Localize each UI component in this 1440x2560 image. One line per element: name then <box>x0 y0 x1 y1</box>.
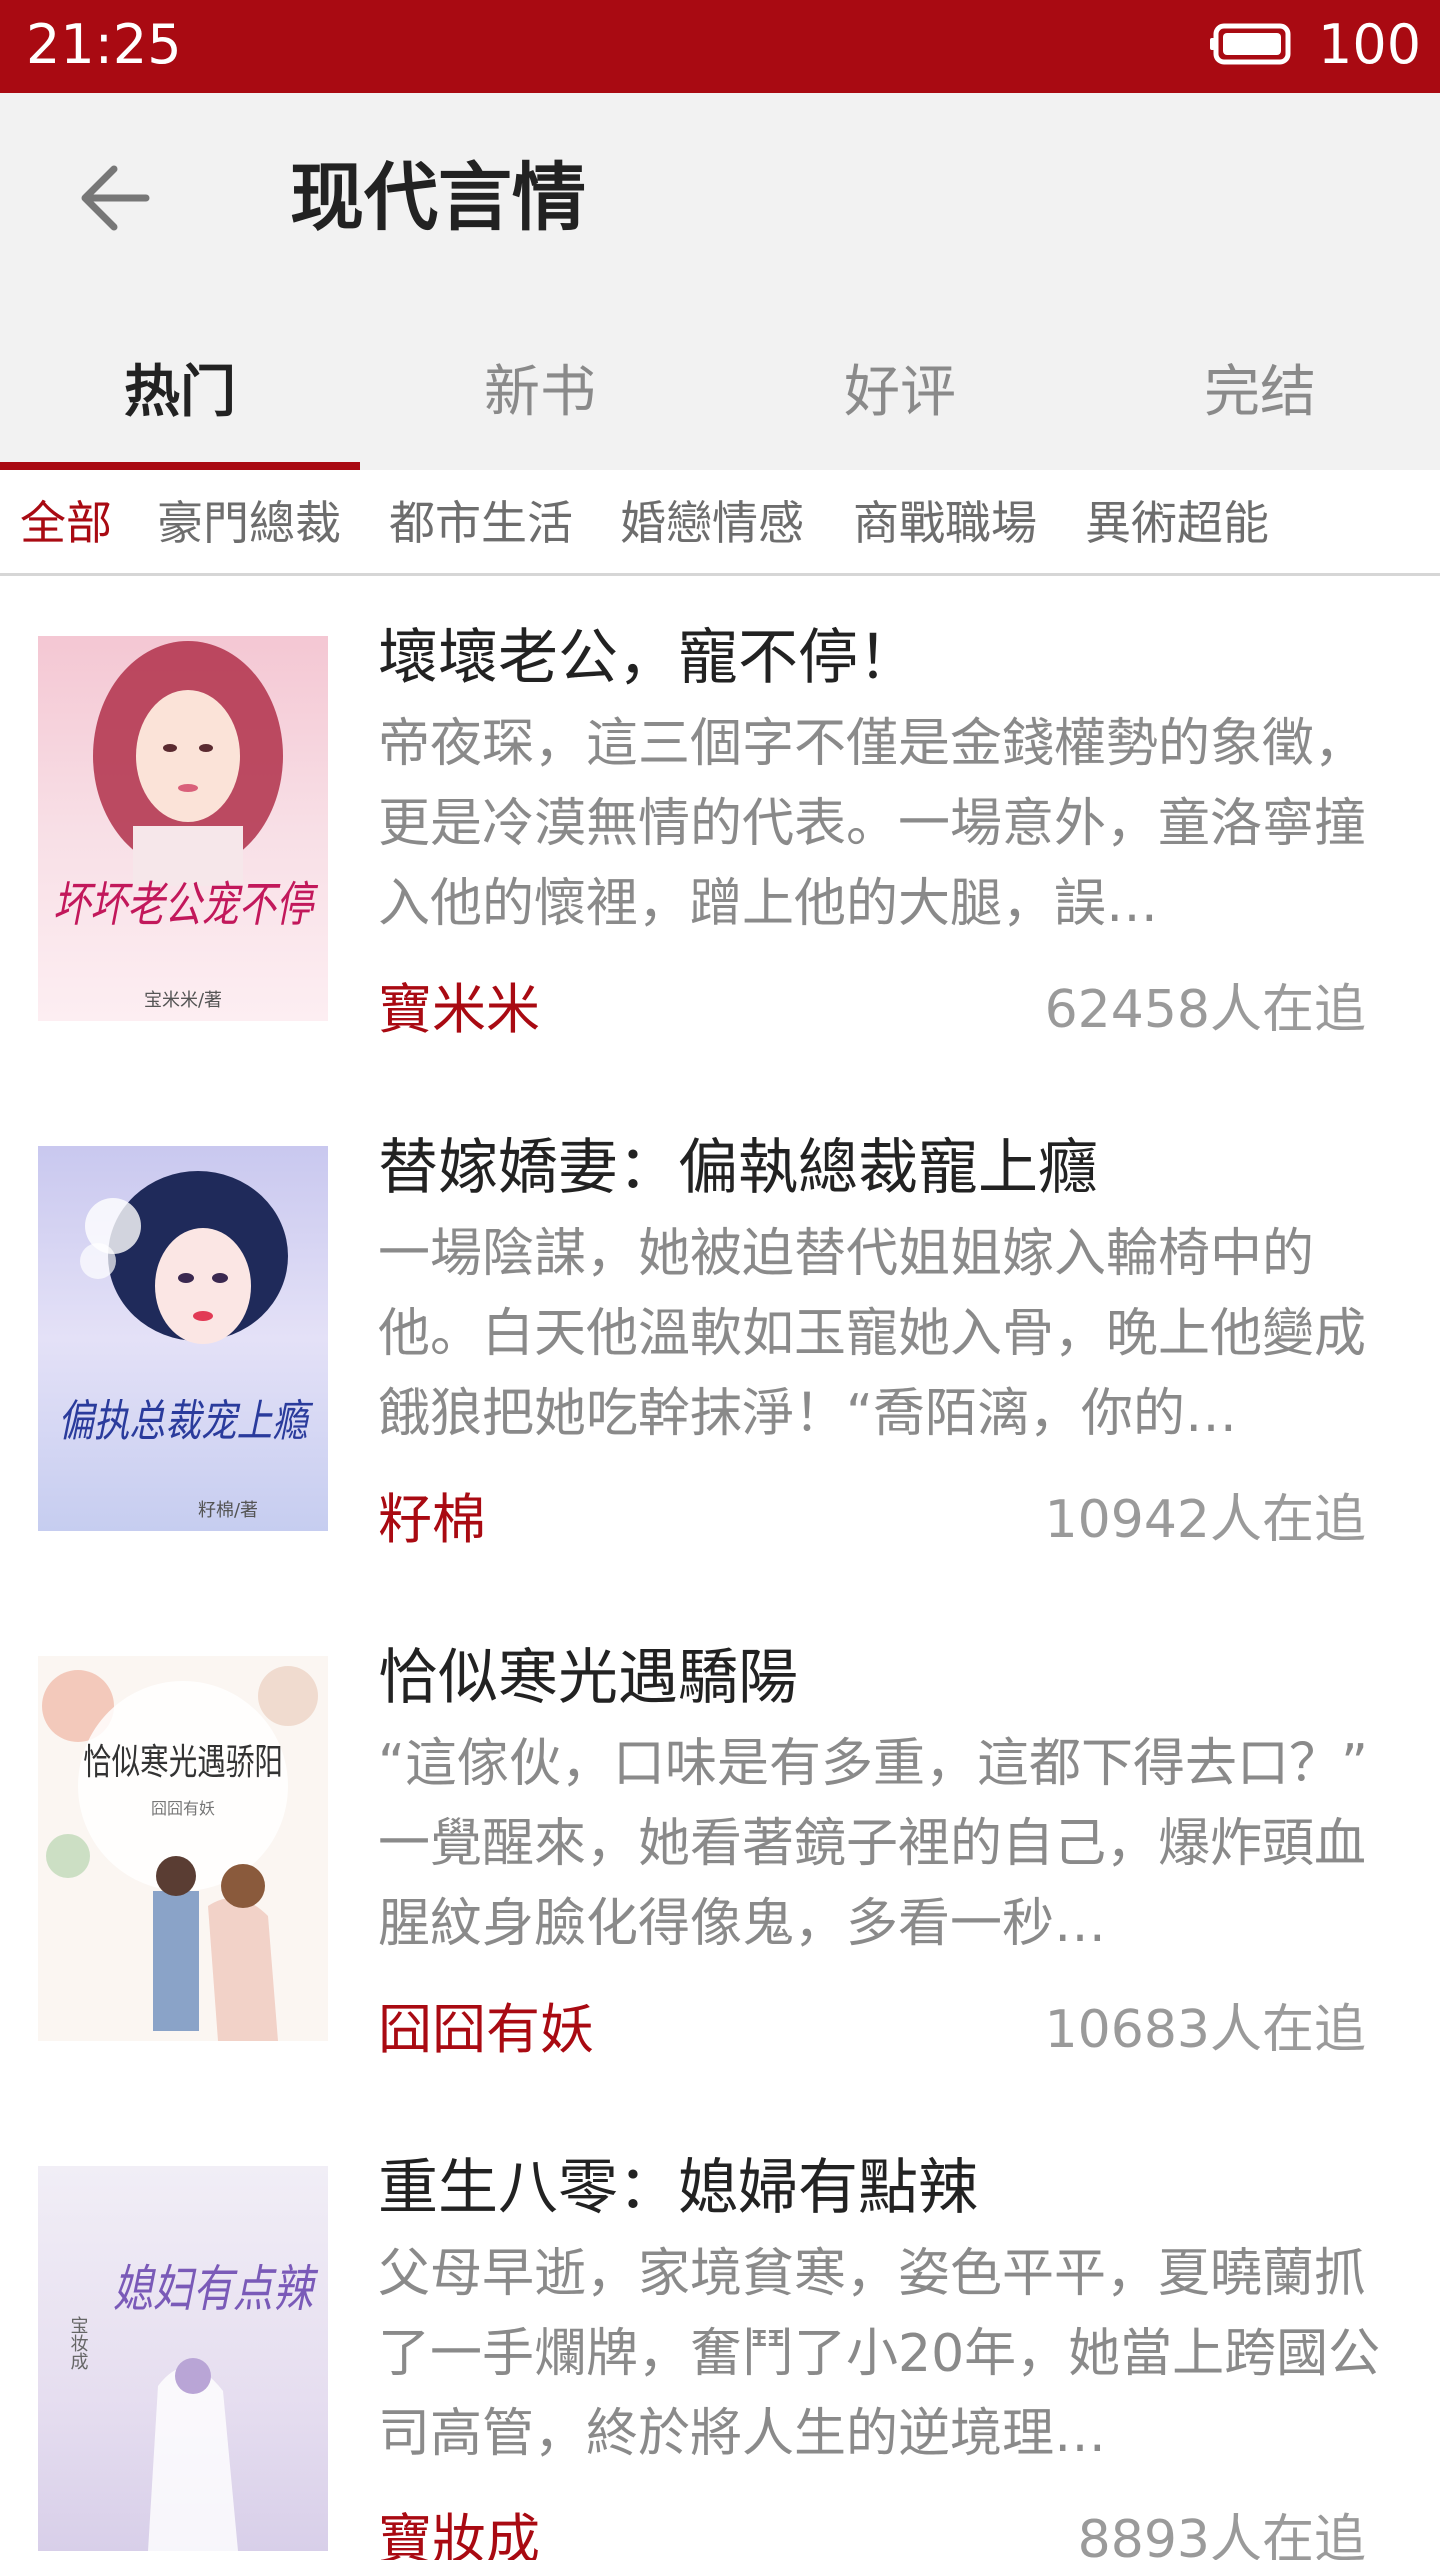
tab-label: 好评 <box>844 360 956 425</box>
battery-level: 100 <box>1318 13 1422 76</box>
arrow-left-icon <box>81 165 150 231</box>
filter-supernatural[interactable]: 異術超能 <box>1085 490 1269 556</box>
status-bar: 21:25 100 <box>0 0 1440 93</box>
book-list: 坏坏老公宠不停 宝米米/著 壞壞老公，寵不停！ 帝夜琛，這三個字不僅是金錢權勢的… <box>0 576 1440 2560</box>
tab-label: 新书 <box>484 360 596 425</box>
book-list-item[interactable]: 恰似寒光遇骄阳 囧囧有妖 恰似寒光遇驕陽 “這傢伙，口味是有多重，這都下得去口？… <box>0 1596 1440 2106</box>
back-button[interactable] <box>60 143 170 253</box>
book-description: “這傢伙，口味是有多重，這都下得去口？” 一覺醒來，她看著鏡子裡的自己，爆炸頭血… <box>378 1734 1368 1954</box>
page-title: 现代言情 <box>290 155 586 241</box>
filter-urban-life[interactable]: 都市生活 <box>389 490 573 556</box>
book-author[interactable]: 籽棉 <box>378 1484 486 1556</box>
book-list-item[interactable]: 坏坏老公宠不停 宝米米/著 壞壞老公，寵不停！ 帝夜琛，這三個字不僅是金錢權勢的… <box>0 576 1440 1086</box>
book-cover: 坏坏老公宠不停 宝米米/著 <box>38 636 328 1021</box>
follower-count: 10683人在追 <box>1044 2000 1366 2060</box>
filter-all[interactable]: 全部 <box>20 490 112 556</box>
status-time: 21:25 <box>26 13 182 76</box>
book-cover: 偏执总裁宠上瘾 籽棉/著 <box>38 1146 328 1531</box>
book-description: 帝夜琛，這三個字不僅是金錢權勢的象徵，更是冷漠無情的代表。一場意外，童洛寧撞入他… <box>378 714 1367 934</box>
tab-label: 完结 <box>1204 360 1316 425</box>
filter-marriage-romance[interactable]: 婚戀情感 <box>620 490 804 556</box>
cover-title: 偏执总裁宠上瘾 <box>58 1396 314 1447</box>
cover-title: 恰似寒光遇骄阳 <box>83 1742 283 1783</box>
book-title: 重生八零：媳婦有點辣 <box>378 2153 978 2223</box>
cover-author: 囧囧有妖 <box>151 1799 215 1818</box>
follower-count: 10942人在追 <box>1044 1490 1366 1550</box>
cover-title: 媳妇有点辣 <box>113 2260 319 2318</box>
book-author[interactable]: 囧囧有妖 <box>378 1994 594 2066</box>
book-title: 壞壞老公，寵不停！ <box>378 623 918 693</box>
tab-new-books[interactable]: 新书 <box>360 320 720 470</box>
category-tabs: 热门 新书 好评 完结 <box>0 320 1440 470</box>
filter-business-workplace[interactable]: 商戰職場 <box>853 490 1037 556</box>
cover-title: 坏坏老公宠不停 <box>53 877 318 933</box>
book-cover: 恰似寒光遇骄阳 囧囧有妖 <box>38 1656 328 2041</box>
follower-count: 8893人在追 <box>1077 2510 1366 2560</box>
book-cover: 媳妇有点辣 宝妆成 <box>38 2166 328 2551</box>
book-title: 恰似寒光遇驕陽 <box>378 1643 798 1713</box>
book-description: 一場陰謀，她被迫替代姐姐嫁入輪椅中的他。白天他溫軟如玉寵她入骨，晚上他變成餓狼把… <box>378 1224 1367 1444</box>
tab-hot[interactable]: 热门 <box>0 320 360 470</box>
battery-icon <box>1210 23 1291 65</box>
cover-author: 宝米米/著 <box>144 990 222 1011</box>
book-title: 替嫁嬌妻：偏執總裁寵上癮 <box>378 1133 1098 1203</box>
book-author[interactable]: 寶米米 <box>378 974 540 1046</box>
tab-top-rated[interactable]: 好评 <box>720 320 1080 470</box>
filter-ceo-romance[interactable]: 豪門總裁 <box>157 490 341 556</box>
tab-label: 热门 <box>124 360 236 425</box>
book-author[interactable]: 寶妝成 <box>378 2504 540 2560</box>
book-list-item[interactable]: 偏执总裁宠上瘾 籽棉/著 替嫁嬌妻：偏執總裁寵上癮 一場陰謀，她被迫替代姐姐嫁入… <box>0 1086 1440 1596</box>
book-description: 父母早逝，家境貧寒，姿色平平，夏曉蘭抓了一手爛牌，奮鬥了小20年，她當上跨國公司… <box>378 2244 1381 2464</box>
subcategory-filter-bar: 全部 豪門總裁 都市生活 婚戀情感 商戰職場 異術超能 <box>0 470 1440 576</box>
book-list-item[interactable]: 媳妇有点辣 宝妆成 重生八零：媳婦有點辣 父母早逝，家境貧寒，姿色平平，夏曉蘭抓… <box>0 2106 1440 2560</box>
cover-author: 宝妆成 <box>68 2316 89 2370</box>
cover-author: 籽棉/著 <box>198 1500 258 1521</box>
follower-count: 62458人在追 <box>1044 980 1366 1040</box>
active-tab-indicator <box>0 462 360 470</box>
tab-completed[interactable]: 完结 <box>1080 320 1440 470</box>
